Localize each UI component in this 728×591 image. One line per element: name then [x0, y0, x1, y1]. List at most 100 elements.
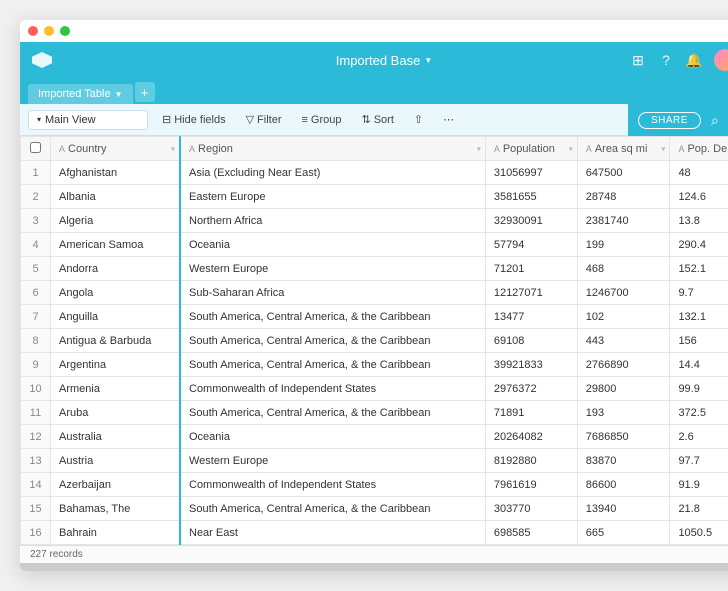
cell-region[interactable]: Western Europe	[180, 257, 485, 281]
cell-area[interactable]: 102	[577, 305, 670, 329]
share-view-button[interactable]: ⇧	[408, 110, 429, 129]
row-number[interactable]: 2	[21, 185, 51, 209]
cell-population[interactable]: 3581655	[485, 185, 577, 209]
user-avatar[interactable]	[714, 49, 728, 71]
cell-population[interactable]: 20264082	[485, 425, 577, 449]
cell-region[interactable]: South America, Central America, & the Ca…	[180, 401, 485, 425]
cell-region[interactable]: South America, Central America, & the Ca…	[180, 305, 485, 329]
base-title[interactable]: Imported Base ▼	[336, 53, 432, 68]
cell-population[interactable]: 31056997	[485, 161, 577, 185]
table-row[interactable]: 12AustraliaOceania2026408276868502.6	[21, 425, 728, 449]
cell-area[interactable]: 665	[577, 521, 670, 545]
cell-area[interactable]: 1246700	[577, 281, 670, 305]
cell-region[interactable]: Commonwealth of Independent States	[180, 377, 485, 401]
table-row[interactable]: 14AzerbaijanCommonwealth of Independent …	[21, 473, 728, 497]
row-number[interactable]: 13	[21, 449, 51, 473]
help-icon[interactable]: ?	[658, 52, 674, 68]
cell-country[interactable]: Aruba	[51, 401, 181, 425]
notifications-icon[interactable]: 🔔	[686, 52, 702, 68]
cell-density[interactable]: 132.1	[670, 305, 728, 329]
cell-population[interactable]: 8192880	[485, 449, 577, 473]
cell-density[interactable]: 21.8	[670, 497, 728, 521]
cell-population[interactable]: 69108	[485, 329, 577, 353]
cell-density[interactable]: 97.7	[670, 449, 728, 473]
table-row[interactable]: 6AngolaSub-Saharan Africa121270711246700…	[21, 281, 728, 305]
row-number[interactable]: 11	[21, 401, 51, 425]
row-number[interactable]: 5	[21, 257, 51, 281]
cell-country[interactable]: Australia	[51, 425, 181, 449]
row-number[interactable]: 10	[21, 377, 51, 401]
cell-country[interactable]: Albania	[51, 185, 181, 209]
table-row[interactable]: 10ArmeniaCommonwealth of Independent Sta…	[21, 377, 728, 401]
cell-region[interactable]: Sub-Saharan Africa	[180, 281, 485, 305]
cell-density[interactable]: 99.9	[670, 377, 728, 401]
cell-area[interactable]: 7686850	[577, 425, 670, 449]
cell-area[interactable]: 13940	[577, 497, 670, 521]
chevron-down-icon[interactable]: ▾	[661, 144, 665, 153]
app-logo-icon[interactable]	[32, 52, 52, 68]
horizontal-scrollbar[interactable]	[20, 563, 728, 571]
chevron-down-icon[interactable]: ▾	[569, 144, 573, 153]
cell-area[interactable]: 28748	[577, 185, 670, 209]
cell-population[interactable]: 303770	[485, 497, 577, 521]
more-button[interactable]: ⋯	[437, 110, 460, 129]
row-number[interactable]: 6	[21, 281, 51, 305]
cell-region[interactable]: South America, Central America, & the Ca…	[180, 497, 485, 521]
cell-density[interactable]: 14.4	[670, 353, 728, 377]
table-row[interactable]: 3AlgeriaNorthern Africa32930091238174013…	[21, 209, 728, 233]
cell-density[interactable]: 13.8	[670, 209, 728, 233]
cell-area[interactable]: 647500	[577, 161, 670, 185]
data-grid[interactable]: ACountry▾ ARegion▾ APopulation▾ AArea sq…	[20, 136, 728, 545]
cell-country[interactable]: Armenia	[51, 377, 181, 401]
cell-density[interactable]: 372.5	[670, 401, 728, 425]
cell-density[interactable]: 290.4	[670, 233, 728, 257]
cell-region[interactable]: Oceania	[180, 425, 485, 449]
cell-density[interactable]: 152.1	[670, 257, 728, 281]
table-tab[interactable]: Imported Table ▼	[28, 84, 133, 104]
table-row[interactable]: 1AfghanistanAsia (Excluding Near East)31…	[21, 161, 728, 185]
cell-region[interactable]: Commonwealth of Independent States	[180, 473, 485, 497]
chevron-down-icon[interactable]: ▾	[477, 144, 481, 153]
cell-density[interactable]: 91.9	[670, 473, 728, 497]
row-number[interactable]: 14	[21, 473, 51, 497]
cell-country[interactable]: Andorra	[51, 257, 181, 281]
table-row[interactable]: 11ArubaSouth America, Central America, &…	[21, 401, 728, 425]
cell-area[interactable]: 193	[577, 401, 670, 425]
cell-country[interactable]: Algeria	[51, 209, 181, 233]
column-header-population[interactable]: APopulation▾	[485, 137, 577, 161]
cell-density[interactable]: 124.6	[670, 185, 728, 209]
cell-population[interactable]: 13477	[485, 305, 577, 329]
cell-region[interactable]: Near East	[180, 521, 485, 545]
row-number[interactable]: 4	[21, 233, 51, 257]
cell-area[interactable]: 2381740	[577, 209, 670, 233]
table-row[interactable]: 8Antigua & BarbudaSouth America, Central…	[21, 329, 728, 353]
cell-region[interactable]: Northern Africa	[180, 209, 485, 233]
cell-region[interactable]: South America, Central America, & the Ca…	[180, 353, 485, 377]
cell-country[interactable]: Afghanistan	[51, 161, 181, 185]
column-header-area[interactable]: AArea sq mi▾	[577, 137, 670, 161]
group-button[interactable]: ≡ Group	[296, 111, 348, 129]
cell-region[interactable]: Western Europe	[180, 449, 485, 473]
row-number[interactable]: 1	[21, 161, 51, 185]
cell-density[interactable]: 2.6	[670, 425, 728, 449]
cell-region[interactable]: South America, Central America, & the Ca…	[180, 329, 485, 353]
cell-population[interactable]: 71201	[485, 257, 577, 281]
cell-area[interactable]: 83870	[577, 449, 670, 473]
table-row[interactable]: 16BahrainNear East6985856651050.5	[21, 521, 728, 545]
add-table-button[interactable]: +	[135, 82, 155, 102]
table-row[interactable]: 9ArgentinaSouth America, Central America…	[21, 353, 728, 377]
cell-country[interactable]: Antigua & Barbuda	[51, 329, 181, 353]
cell-area[interactable]: 199	[577, 233, 670, 257]
column-header-density[interactable]: APop. De	[670, 137, 728, 161]
cell-density[interactable]: 48	[670, 161, 728, 185]
sort-button[interactable]: ⇅ Sort	[356, 110, 400, 129]
cell-area[interactable]: 443	[577, 329, 670, 353]
cell-population[interactable]: 71891	[485, 401, 577, 425]
cell-population[interactable]: 12127071	[485, 281, 577, 305]
cell-area[interactable]: 29800	[577, 377, 670, 401]
cell-density[interactable]: 156	[670, 329, 728, 353]
apps-grid-icon[interactable]: ⊞	[630, 52, 646, 68]
cell-country[interactable]: American Samoa	[51, 233, 181, 257]
cell-region[interactable]: Oceania	[180, 233, 485, 257]
row-number[interactable]: 15	[21, 497, 51, 521]
